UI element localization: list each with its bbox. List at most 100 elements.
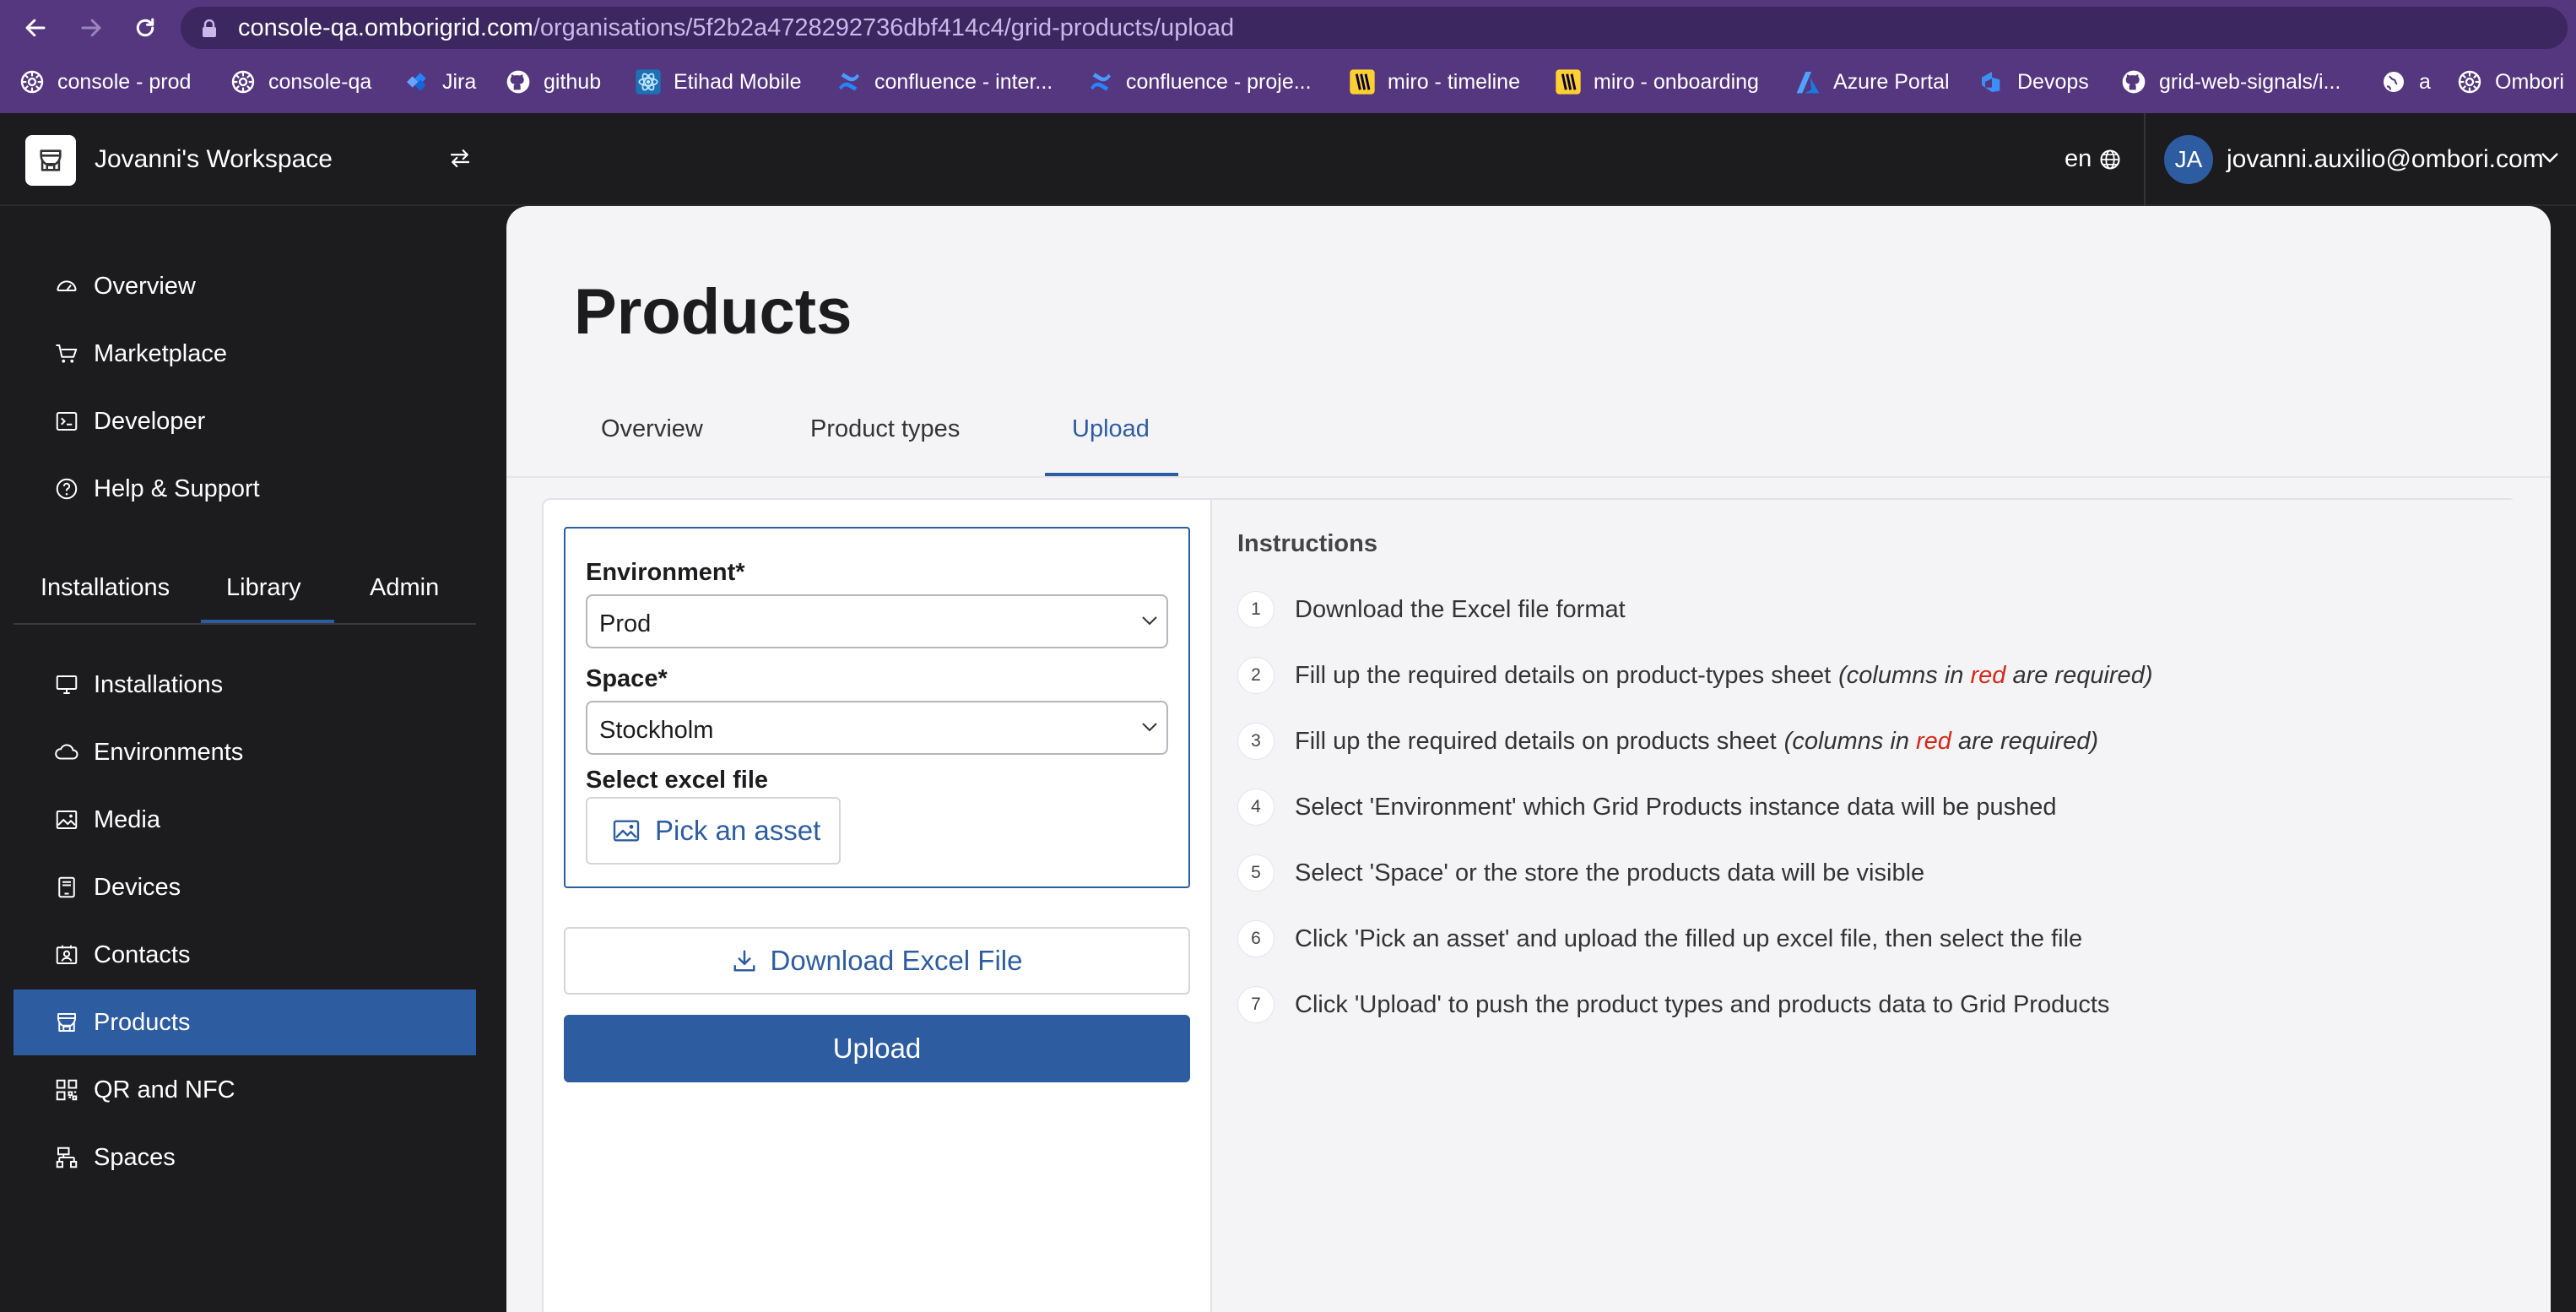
- environment-label: Environment*: [586, 559, 745, 586]
- back-button[interactable]: [19, 11, 52, 45]
- sidebar-item-products[interactable]: Products: [14, 989, 476, 1055]
- page-title: Products: [574, 276, 852, 348]
- sidebar-item-label: Devices: [94, 873, 181, 901]
- bookmark-item[interactable]: github: [505, 66, 601, 98]
- bookmark-label: console - prod: [57, 69, 192, 94]
- bookmark-item[interactable]: Ombori: [2456, 66, 2564, 98]
- hint-red-word: red: [1970, 661, 2006, 689]
- step-text: Fill up the required details on products…: [1295, 727, 1777, 755]
- main-content: Products Overview Product types Upload E…: [506, 206, 2551, 1312]
- hint-suffix: are required): [2005, 661, 2153, 689]
- bookmark-item[interactable]: a: [2380, 66, 2431, 98]
- step-text: Fill up the required details on product-…: [1295, 661, 1832, 689]
- user-menu-toggle[interactable]: [2541, 152, 2559, 164]
- sidebar-item-spaces[interactable]: Spaces: [14, 1125, 476, 1190]
- confluence-icon: [836, 68, 863, 95]
- hint-suffix: are required): [1951, 727, 2099, 755]
- miro-icon: [1555, 68, 1582, 95]
- bookmark-label: confluence - proje...: [1126, 69, 1312, 94]
- step-number: 5: [1237, 854, 1274, 892]
- bookmark-item[interactable]: console - prod: [19, 66, 191, 98]
- sidebar-item-label: Developer: [94, 407, 206, 435]
- device-icon: [54, 875, 79, 900]
- image-icon: [54, 807, 79, 832]
- bookmark-item[interactable]: Azure Portal: [1794, 66, 1950, 98]
- tab-overview[interactable]: Overview: [601, 415, 703, 443]
- step-text: Select 'Environment' which Grid Products…: [1295, 793, 2057, 821]
- bookmark-item[interactable]: confluence - proje...: [1087, 66, 1312, 98]
- sidebar-item-installations[interactable]: Installations: [14, 652, 476, 718]
- sidebar-item-label: Spaces: [94, 1143, 176, 1171]
- bookmark-item[interactable]: console-qa: [230, 66, 371, 98]
- github-icon: [505, 68, 532, 95]
- cart-icon: [54, 341, 79, 366]
- sidebar-item-qr-and-nfc[interactable]: QR and NFC: [14, 1057, 476, 1123]
- chevron-down-icon: [1142, 616, 1157, 626]
- pick-asset-button[interactable]: Pick an asset: [586, 797, 841, 865]
- bookmark-item[interactable]: miro - timeline: [1349, 66, 1520, 98]
- bookmark-item[interactable]: miro - onboarding: [1555, 66, 1759, 98]
- sidebar-item-media[interactable]: Media: [14, 787, 476, 853]
- image-icon: [613, 820, 640, 842]
- sidebar-item-label: Marketplace: [94, 339, 227, 367]
- upload-form: Environment* Prod Space* Stockholm Selec…: [564, 527, 1190, 888]
- sidebar-item-devices[interactable]: Devices: [14, 854, 476, 920]
- bookmark-label: github: [544, 69, 602, 94]
- avatar[interactable]: JA: [2164, 135, 2213, 184]
- collapse-sidebar-button[interactable]: [447, 145, 473, 171]
- sidebar-item-environments[interactable]: Environments: [14, 719, 476, 785]
- workspace-name[interactable]: Jovanni's Workspace: [95, 145, 333, 174]
- upload-form-pane: Environment* Prod Space* Stockholm Selec…: [544, 500, 1210, 1312]
- bookmark-item[interactable]: Jira: [403, 66, 476, 98]
- environment-select[interactable]: Prod: [586, 594, 1168, 648]
- sidebar-item-overview[interactable]: Overview: [14, 253, 476, 319]
- sidebar-tab-library[interactable]: Library: [226, 574, 301, 602]
- bookmark-item[interactable]: Devops: [1978, 66, 2089, 98]
- sidebar-item-label: Overview: [94, 272, 196, 300]
- download-excel-button[interactable]: Download Excel File: [564, 927, 1190, 995]
- instructions-title: Instructions: [1237, 530, 1377, 557]
- sidebar-item-label: Products: [94, 1008, 191, 1036]
- store-icon: [40, 149, 62, 171]
- sidebar-item-label: Contacts: [94, 941, 191, 968]
- space-value: Stockholm: [599, 717, 714, 744]
- browser-nav-row: console-qa.omborigrid.com/organisations/…: [0, 0, 2576, 56]
- bookmark-item[interactable]: grid-web-signals/i...: [2120, 66, 2341, 98]
- back-arrow-icon: [25, 19, 46, 37]
- sidebar-tab-installations[interactable]: Installations: [41, 574, 170, 602]
- tab-product-types[interactable]: Product types: [810, 415, 960, 443]
- chevron-down-icon: [2541, 153, 2558, 163]
- reload-button[interactable]: [128, 11, 162, 45]
- url-text: console-qa.omborigrid.com/organisations/…: [238, 15, 1234, 41]
- forward-button[interactable]: [74, 11, 108, 45]
- bookmark-label: Etihad Mobile: [674, 69, 802, 94]
- globe-icon: [2380, 68, 2407, 95]
- sidebar-item-developer[interactable]: Developer: [14, 388, 476, 454]
- sidebar-item-marketplace[interactable]: Marketplace: [14, 321, 476, 387]
- step-text: Download the Excel file format: [1295, 595, 1626, 623]
- sidebar-item-help-support[interactable]: Help & Support: [14, 456, 476, 522]
- required-columns-hint: (columns in red are required): [1784, 728, 2098, 756]
- sidebar-tab-indicator: [201, 620, 334, 623]
- instruction-step: 7 Click 'Upload' to push the product type…: [1237, 984, 2109, 1025]
- user-email[interactable]: jovanni.auxilio@ombori.com: [2227, 145, 2544, 174]
- address-bar[interactable]: console-qa.omborigrid.com/organisations/…: [181, 7, 2568, 49]
- step-number: 6: [1237, 920, 1274, 957]
- instruction-step: 3 Fill up the required details on product…: [1237, 721, 2098, 762]
- instruction-step: 4 Select 'Environment' which Grid Product…: [1237, 787, 2056, 827]
- sidebar-tab-admin[interactable]: Admin: [370, 574, 439, 602]
- sidebar-item-contacts[interactable]: Contacts: [14, 922, 476, 988]
- upload-button[interactable]: Upload: [564, 1015, 1190, 1082]
- upload-card: Environment* Prod Space* Stockholm Selec…: [542, 498, 2517, 1312]
- bookmark-label: grid-web-signals/i...: [2159, 69, 2341, 94]
- step-text: Select 'Space' or the store the products…: [1295, 859, 1925, 886]
- contacts-icon: [54, 942, 79, 968]
- space-select[interactable]: Stockholm: [586, 701, 1168, 755]
- tab-upload[interactable]: Upload: [1072, 415, 1150, 443]
- workspace-logo[interactable]: [25, 135, 76, 186]
- language-selector[interactable]: en: [2065, 145, 2122, 173]
- bookmark-item[interactable]: Etihad Mobile: [635, 66, 801, 98]
- bookmark-item[interactable]: confluence - inter...: [836, 66, 1053, 98]
- confluence-icon: [1087, 68, 1114, 95]
- browser-chrome: console-qa.omborigrid.com/organisations/…: [0, 0, 2576, 113]
